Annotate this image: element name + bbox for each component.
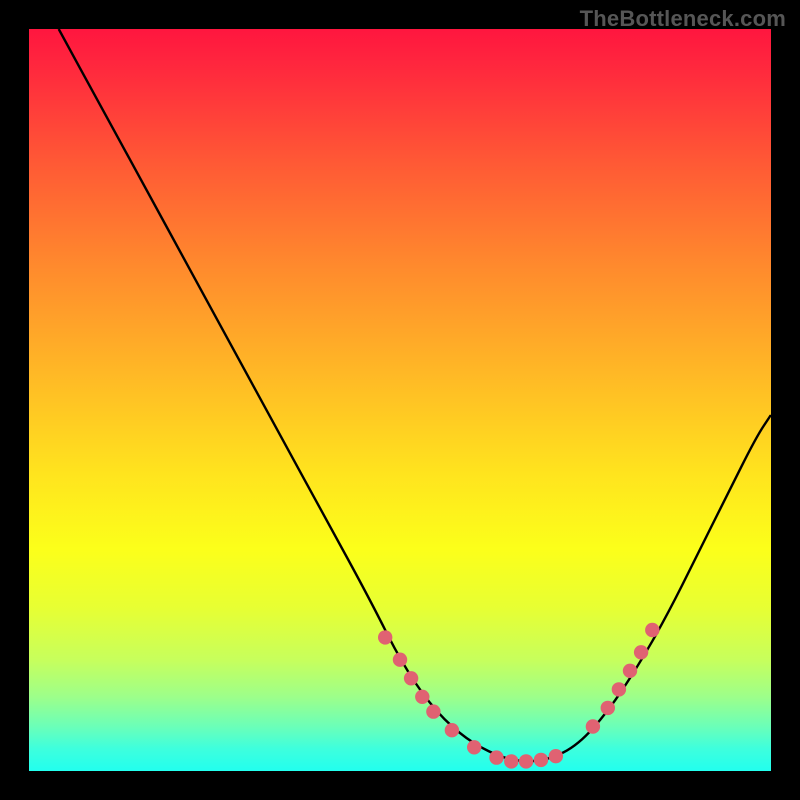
data-marker xyxy=(645,623,659,637)
data-marker xyxy=(586,719,600,733)
data-marker xyxy=(601,701,615,715)
data-marker xyxy=(404,671,418,685)
data-marker xyxy=(634,645,648,659)
data-marker xyxy=(519,754,533,768)
chart-svg xyxy=(29,29,771,771)
data-marker xyxy=(445,723,459,737)
data-marker xyxy=(534,753,548,767)
data-marker xyxy=(549,749,563,763)
marker-group xyxy=(378,623,660,769)
data-marker xyxy=(393,653,407,667)
data-marker xyxy=(378,630,392,644)
data-marker xyxy=(623,664,637,678)
plot-area xyxy=(29,29,771,771)
data-marker xyxy=(612,682,626,696)
watermark-text: TheBottleneck.com xyxy=(580,6,786,32)
data-marker xyxy=(489,750,503,764)
data-marker xyxy=(415,690,429,704)
chart-frame: TheBottleneck.com xyxy=(0,0,800,800)
data-marker xyxy=(467,740,481,754)
bottleneck-curve xyxy=(59,29,771,761)
data-marker xyxy=(426,704,440,718)
data-marker xyxy=(504,754,518,768)
